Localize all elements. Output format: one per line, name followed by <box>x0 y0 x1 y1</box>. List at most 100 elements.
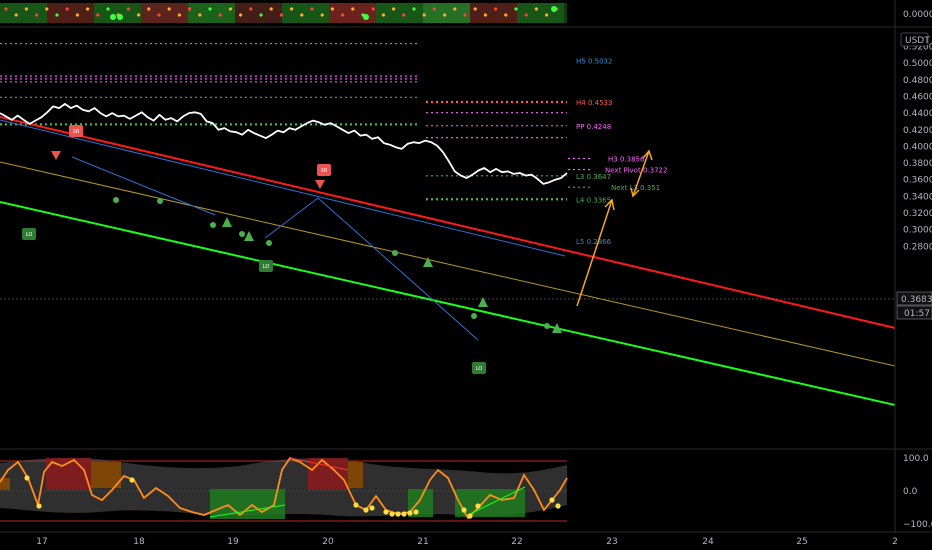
time-tick-label: 21 <box>417 537 428 547</box>
osc-signal-dot <box>383 509 389 515</box>
short-signal-label: SR <box>317 164 331 176</box>
osc-signal-dot <box>363 507 369 513</box>
osc-signal-dot <box>413 509 419 515</box>
strip-dot <box>4 7 8 11</box>
level-label-next-pivot: Next Pivot 0.3722 <box>605 167 667 175</box>
strip-dot <box>126 7 130 11</box>
strip-segment <box>0 3 47 23</box>
strip-dot <box>259 13 263 17</box>
strip-dot <box>249 7 253 11</box>
osc-signal-dot <box>461 507 467 513</box>
strip-segment <box>141 3 188 23</box>
time-tick-label: 20 <box>322 537 334 547</box>
osc-signal-dot <box>24 475 30 481</box>
short-signal-label: SR <box>69 125 83 137</box>
short-label-text: SR <box>321 168 328 174</box>
strip-dot <box>330 7 334 11</box>
strip-segment <box>329 3 376 23</box>
strip-dot <box>453 7 457 11</box>
strip-dot <box>422 13 426 17</box>
strip-highlight-dot <box>110 14 116 20</box>
price-tick-label: 0.3200 <box>903 209 932 219</box>
strip-highlight-dot <box>117 14 123 20</box>
price-tick-label: 0.4600 <box>903 92 932 102</box>
price-tick-label: 0.4800 <box>903 76 932 86</box>
strip-dot <box>228 7 232 11</box>
strip-segment <box>423 3 470 23</box>
osc-tick-label: 100.0 <box>903 454 929 464</box>
strip-dot <box>75 13 79 17</box>
time-tick-label: 25 <box>796 537 807 547</box>
strip-highlight-dot <box>363 14 369 20</box>
strip-segment <box>235 3 282 23</box>
strip-dot <box>279 13 283 17</box>
strip-dot <box>198 13 202 17</box>
strip-dot <box>300 13 304 17</box>
strip-dot <box>106 7 110 11</box>
strip-dot <box>545 13 549 17</box>
level-label-pp: PP 0.4248 <box>576 123 611 131</box>
strip-segment <box>470 3 517 23</box>
osc-signal-dot <box>353 502 359 508</box>
price-tick-label: 0.3600 <box>903 176 932 186</box>
strip-dot <box>218 13 222 17</box>
time-tick-label: 23 <box>606 537 617 547</box>
level-label-l5: L5 0.2866 <box>576 238 612 246</box>
strip-segment <box>282 3 329 23</box>
strip-dot <box>290 7 294 11</box>
strip-dot <box>35 13 39 17</box>
strip-dot <box>239 13 243 17</box>
osc-signal-dot <box>467 513 473 519</box>
level-label-h5: H5 0.5032 <box>576 57 612 65</box>
osc-signal-dot <box>36 503 42 509</box>
strip-dot <box>381 13 385 17</box>
strip-segment <box>517 3 564 23</box>
signal-dot <box>113 197 119 203</box>
osc-signal-dot <box>475 503 481 509</box>
osc-signal-dot <box>555 503 561 509</box>
long-label-text: LO <box>263 264 270 270</box>
strip-dot <box>320 13 324 17</box>
price-tick-label: 0.4200 <box>903 126 932 136</box>
level-label-l3: L3 0.3647 <box>576 173 611 181</box>
osc-signal-dot <box>407 510 413 516</box>
strip-dot <box>86 7 90 11</box>
time-tick-label: 17 <box>36 537 47 547</box>
time-tick-label: 19 <box>227 537 239 547</box>
signal-dot <box>157 198 163 204</box>
price-tick-label: 0.5000 <box>903 59 932 69</box>
top-indicator-strip <box>0 3 567 23</box>
strip-dot <box>473 7 477 11</box>
osc-block <box>348 462 363 488</box>
strip-dot <box>177 13 181 17</box>
short-label-text: SR <box>73 129 80 135</box>
price-tick-label: 0.2800 <box>903 242 932 252</box>
strip-dot <box>14 13 18 17</box>
strip-dot <box>96 13 100 17</box>
time-tick-label: 24 <box>702 537 714 547</box>
osc-tick-label: 0.0 <box>903 487 918 497</box>
strip-dot <box>351 7 355 11</box>
time-tick-label: 22 <box>511 537 522 547</box>
strip-segment <box>94 3 141 23</box>
strip-dot <box>157 13 161 17</box>
strip-dot <box>463 13 467 17</box>
strip-dot <box>483 13 487 17</box>
signal-dot <box>544 323 550 329</box>
strip-dot <box>443 13 447 17</box>
strip-dot <box>534 7 539 11</box>
long-signal-label: LO <box>472 362 486 374</box>
strip-dot <box>341 13 345 17</box>
strip-dot <box>504 13 508 17</box>
strip-dot <box>55 13 59 17</box>
long-signal-label: LO <box>259 260 273 272</box>
osc-signal-dot <box>389 511 395 517</box>
strip-highlight-dot <box>551 6 557 12</box>
price-tick-label: 0.4000 <box>903 142 932 152</box>
osc-signal-dot <box>401 511 407 517</box>
strip-dot <box>524 13 528 17</box>
level-label-h3: H3 0.3856 <box>608 155 645 163</box>
level-label-l4: L4 0.3365 <box>576 196 611 204</box>
current-price-label: 0.3683 <box>901 295 932 305</box>
price-tick-label: 0.4400 <box>903 109 932 119</box>
